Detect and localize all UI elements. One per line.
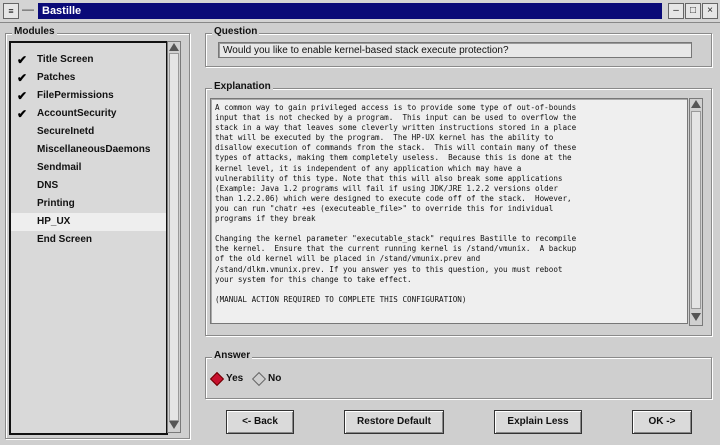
module-item-label: Patches (37, 72, 76, 83)
module-item[interactable]: SecureInetd (11, 123, 166, 141)
window-menu-icon[interactable]: ≡ (3, 3, 19, 19)
question-group-label: Question (212, 26, 260, 37)
question-text: Would you like to enable kernel-based st… (218, 42, 692, 58)
close-button[interactable]: × (702, 3, 718, 19)
module-item[interactable]: HP_UX (11, 213, 166, 231)
module-item[interactable]: DNS (11, 177, 166, 195)
module-item[interactable]: Printing (11, 195, 166, 213)
checkmark-icon: ✔ (17, 89, 28, 103)
scroll-down-arrow-icon[interactable] (169, 421, 179, 429)
module-item-label: AccountSecurity (37, 108, 117, 119)
minimize-button[interactable]: – (668, 3, 684, 19)
checkmark-icon: ✔ (17, 53, 28, 67)
window-title: Bastille (42, 5, 82, 17)
title-bar: ≡ — Bastille – □ × (0, 0, 720, 23)
ok-button[interactable]: OK -> (632, 410, 692, 434)
scroll-up-arrow-icon[interactable] (169, 43, 179, 51)
module-item[interactable]: ✔ AccountSecurity (11, 105, 166, 123)
answer-no-label[interactable]: No (268, 373, 281, 384)
scroll-down-arrow-icon[interactable] (691, 313, 701, 321)
module-item-label: End Screen (37, 234, 93, 245)
module-item[interactable]: ✔ Patches (11, 69, 166, 87)
maximize-button[interactable]: □ (685, 3, 701, 19)
module-item-label: Title Screen (37, 54, 94, 65)
back-button[interactable]: <- Back (226, 410, 294, 434)
scroll-up-arrow-icon[interactable] (691, 100, 701, 108)
explain-less-button[interactable]: Explain Less (494, 410, 582, 434)
modules-list: ✔ Title Screen ✔ Patches ✔ FilePermissions ✔ Ac… (9, 41, 168, 435)
checkmark-icon: ✔ (17, 71, 28, 85)
explanation-scroll-thumb[interactable] (691, 111, 701, 309)
modules-scrollbar[interactable] (167, 41, 181, 433)
module-item-label: MiscellaneousDaemons (37, 144, 151, 155)
window-dash-icon: — (22, 2, 34, 16)
answer-group-label: Answer (212, 350, 253, 361)
restore-default-button[interactable]: Restore Default (344, 410, 444, 434)
module-item-label: DNS (37, 180, 59, 191)
module-item-label: Printing (37, 198, 75, 209)
explanation-scrollbar[interactable] (689, 98, 703, 326)
module-item[interactable]: MiscellaneousDaemons (11, 141, 166, 159)
title-area[interactable]: Bastille (38, 3, 662, 19)
module-item[interactable]: ✔ Title Screen (11, 51, 166, 69)
module-item-label: FilePermissions (37, 90, 114, 101)
module-item-label: HP_UX (37, 216, 71, 227)
explanation-text: A common way to gain privileged access i… (210, 98, 688, 324)
module-item[interactable]: End Screen (11, 231, 166, 249)
module-item[interactable]: Sendmail (11, 159, 166, 177)
module-item-label: Sendmail (37, 162, 82, 173)
modules-group-label: Modules (12, 26, 57, 37)
module-item-label: SecureInetd (37, 126, 95, 137)
checkmark-icon: ✔ (17, 107, 28, 121)
answer-yes-label[interactable]: Yes (226, 373, 243, 384)
explanation-group-label: Explanation (212, 81, 273, 92)
module-item[interactable]: ✔ FilePermissions (11, 87, 166, 105)
modules-scroll-thumb[interactable] (169, 53, 179, 421)
